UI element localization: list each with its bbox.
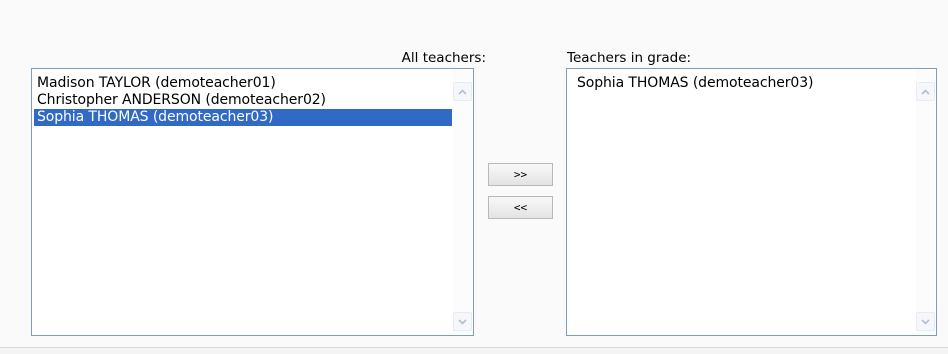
all-teachers-listbox[interactable]: Madison TAYLOR (demoteacher01) Christoph… — [31, 68, 474, 336]
remove-teacher-button[interactable]: << — [488, 196, 553, 219]
all-teachers-item[interactable]: Sophia THOMAS (demoteacher03) — [34, 109, 452, 126]
scroll-up-button[interactable] — [916, 82, 935, 101]
page-bottom-border — [0, 347, 948, 354]
teachers-in-grade-scrollbar[interactable] — [916, 70, 935, 334]
teachers-in-grade-items: Sophia THOMAS (demoteacher03) — [569, 75, 915, 92]
teachers-in-grade-listbox[interactable]: Sophia THOMAS (demoteacher03) — [566, 68, 937, 336]
teachers-in-grade-label: Teachers in grade: — [567, 50, 692, 66]
scroll-up-button[interactable] — [453, 82, 472, 101]
all-teachers-items: Madison TAYLOR (demoteacher01) Christoph… — [34, 75, 452, 126]
all-teachers-scrollbar[interactable] — [453, 70, 472, 334]
teachers-in-grade-item[interactable]: Sophia THOMAS (demoteacher03) — [569, 75, 915, 92]
chevron-down-icon — [458, 318, 467, 325]
add-teacher-button[interactable]: >> — [488, 163, 553, 186]
all-teachers-label: All teachers: — [401, 50, 486, 66]
chevron-up-icon — [921, 88, 930, 95]
all-teachers-item[interactable]: Christopher ANDERSON (demoteacher02) — [34, 92, 452, 109]
chevron-down-icon — [921, 318, 930, 325]
chevron-up-icon — [458, 88, 467, 95]
all-teachers-item[interactable]: Madison TAYLOR (demoteacher01) — [34, 75, 452, 92]
scroll-down-button[interactable] — [453, 312, 472, 331]
scroll-down-button[interactable] — [916, 312, 935, 331]
